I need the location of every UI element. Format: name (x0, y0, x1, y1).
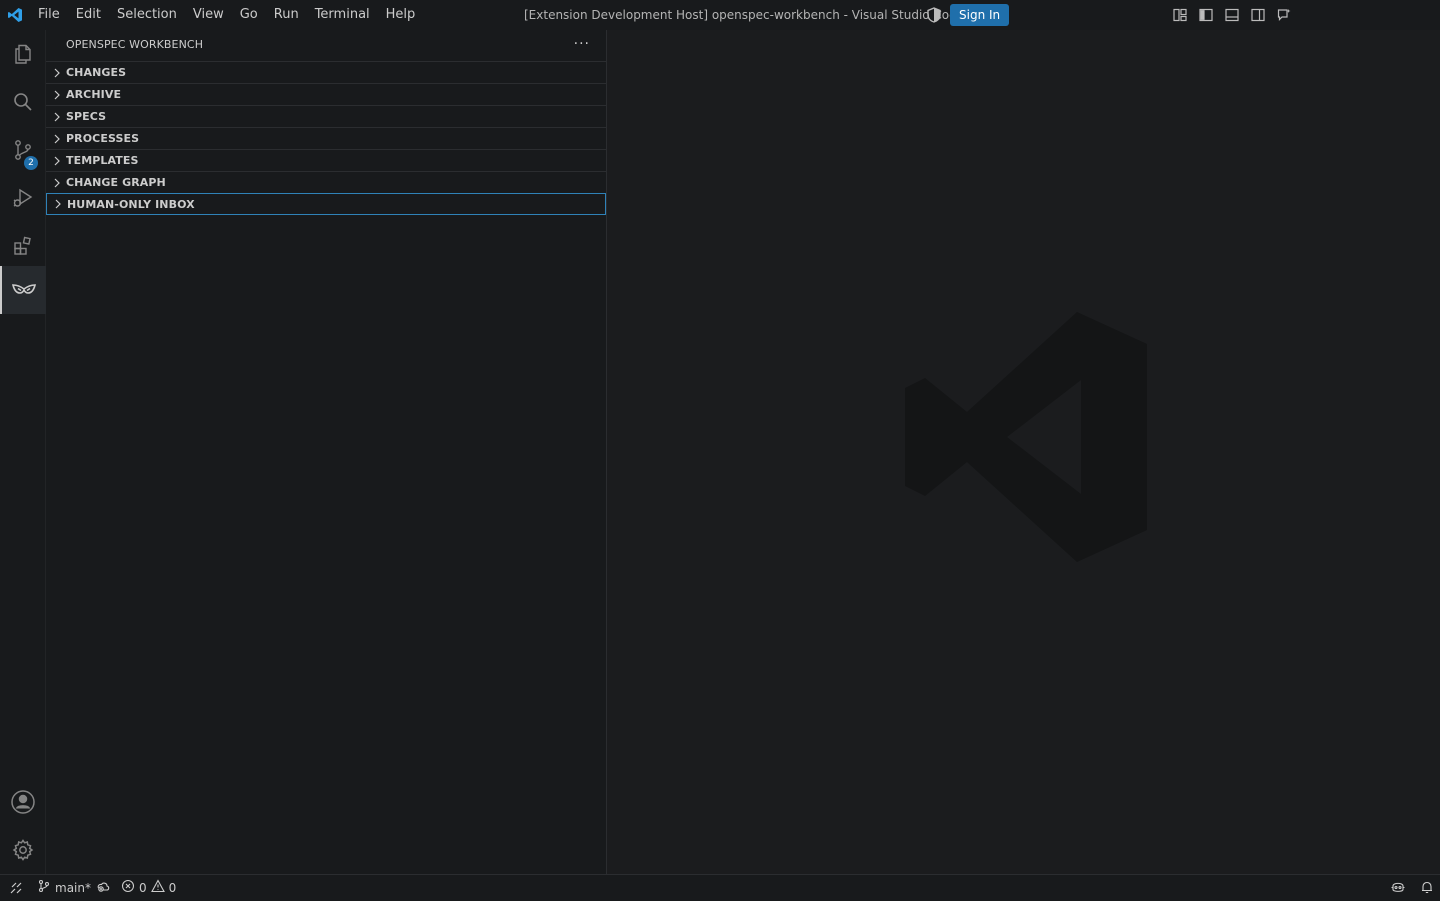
section-label: HUMAN-ONLY INBOX (67, 197, 195, 211)
menu-run[interactable]: Run (266, 4, 307, 26)
section-label: CHANGE GRAPH (66, 176, 166, 189)
chevron-right-icon (46, 112, 66, 122)
chat-icon[interactable] (1274, 5, 1294, 25)
status-bar: main* 0 0 (0, 874, 1440, 900)
menu-go[interactable]: Go (232, 4, 266, 26)
section-human-only-inbox[interactable]: HUMAN-ONLY INBOX (46, 193, 606, 215)
section-specs[interactable]: SPECS (46, 105, 606, 127)
search-icon[interactable] (0, 78, 46, 126)
section-templates[interactable]: TEMPLATES (46, 149, 606, 171)
toggle-primary-sidebar-icon[interactable] (1196, 5, 1216, 25)
warning-icon (150, 879, 165, 896)
explorer-icon[interactable] (0, 30, 46, 78)
toggle-panel-icon[interactable] (1222, 5, 1242, 25)
section-processes[interactable]: PROCESSES (46, 127, 606, 149)
warning-count: 0 (168, 880, 177, 895)
layout-controls (1170, 5, 1294, 25)
menu-terminal[interactable]: Terminal (307, 4, 378, 26)
menu-file[interactable]: File (30, 4, 68, 26)
branch-name: main* (55, 880, 91, 895)
menu-view[interactable]: View (185, 4, 232, 26)
error-count: 0 (138, 880, 147, 895)
chevron-right-icon (46, 68, 66, 78)
copilot-icon[interactable] (1390, 880, 1406, 897)
chevron-right-icon (46, 134, 66, 144)
section-label: ARCHIVE (66, 88, 122, 101)
chevron-right-icon (46, 156, 66, 166)
error-icon (121, 879, 135, 896)
sidebar: OPENSPEC WORKBENCH ··· CHANGES ARCHIVE S… (46, 30, 607, 874)
manage-gear-icon[interactable] (0, 826, 46, 874)
editor-area (607, 30, 1440, 874)
activity-bar: 2 (0, 30, 46, 874)
extensions-icon[interactable] (0, 222, 46, 270)
branch-status[interactable]: main* (32, 875, 116, 901)
window-title: [Extension Development Host] openspec-wo… (524, 8, 965, 22)
vscode-logo-icon (0, 0, 30, 30)
section-label: PROCESSES (66, 132, 140, 145)
run-debug-icon[interactable] (0, 174, 46, 222)
section-changes[interactable]: CHANGES (46, 61, 606, 83)
toggle-secondary-sidebar-icon[interactable] (1248, 5, 1268, 25)
section-label: TEMPLATES (66, 154, 139, 167)
menu-selection[interactable]: Selection (109, 4, 185, 26)
sign-in-button[interactable]: Sign In (950, 4, 1010, 26)
sidebar-header: OPENSPEC WORKBENCH ··· (46, 30, 606, 58)
sync-cloud-icon[interactable] (95, 879, 111, 896)
source-control-badge: 2 (24, 156, 38, 170)
vscode-watermark-icon (905, 312, 1147, 562)
accounts-icon[interactable] (0, 778, 46, 826)
chevron-right-icon (46, 90, 66, 100)
chevron-right-icon (46, 178, 66, 188)
sidebar-title: OPENSPEC WORKBENCH (66, 37, 204, 51)
remote-indicator-icon[interactable] (0, 875, 32, 901)
notifications-bell-icon[interactable] (1420, 880, 1434, 897)
more-actions-button[interactable]: ··· (574, 37, 590, 51)
menu-help[interactable]: Help (378, 4, 424, 26)
copilot-shield-icon[interactable] (925, 6, 943, 24)
section-label: SPECS (66, 110, 107, 123)
customize-layout-icon[interactable] (1170, 5, 1190, 25)
section-label: CHANGES (66, 66, 127, 79)
source-control-icon[interactable]: 2 (0, 126, 46, 174)
menu-edit[interactable]: Edit (68, 4, 109, 26)
openspec-workbench-icon[interactable] (0, 266, 46, 314)
chevron-right-icon (47, 199, 67, 209)
section-archive[interactable]: ARCHIVE (46, 83, 606, 105)
title-bar: File Edit Selection View Go Run Terminal… (0, 0, 1440, 30)
problems-status[interactable]: 0 0 (116, 875, 181, 901)
status-right (1390, 875, 1434, 901)
branch-icon (37, 879, 51, 896)
menu-bar: File Edit Selection View Go Run Terminal… (30, 0, 423, 30)
section-change-graph[interactable]: CHANGE GRAPH (46, 171, 606, 193)
